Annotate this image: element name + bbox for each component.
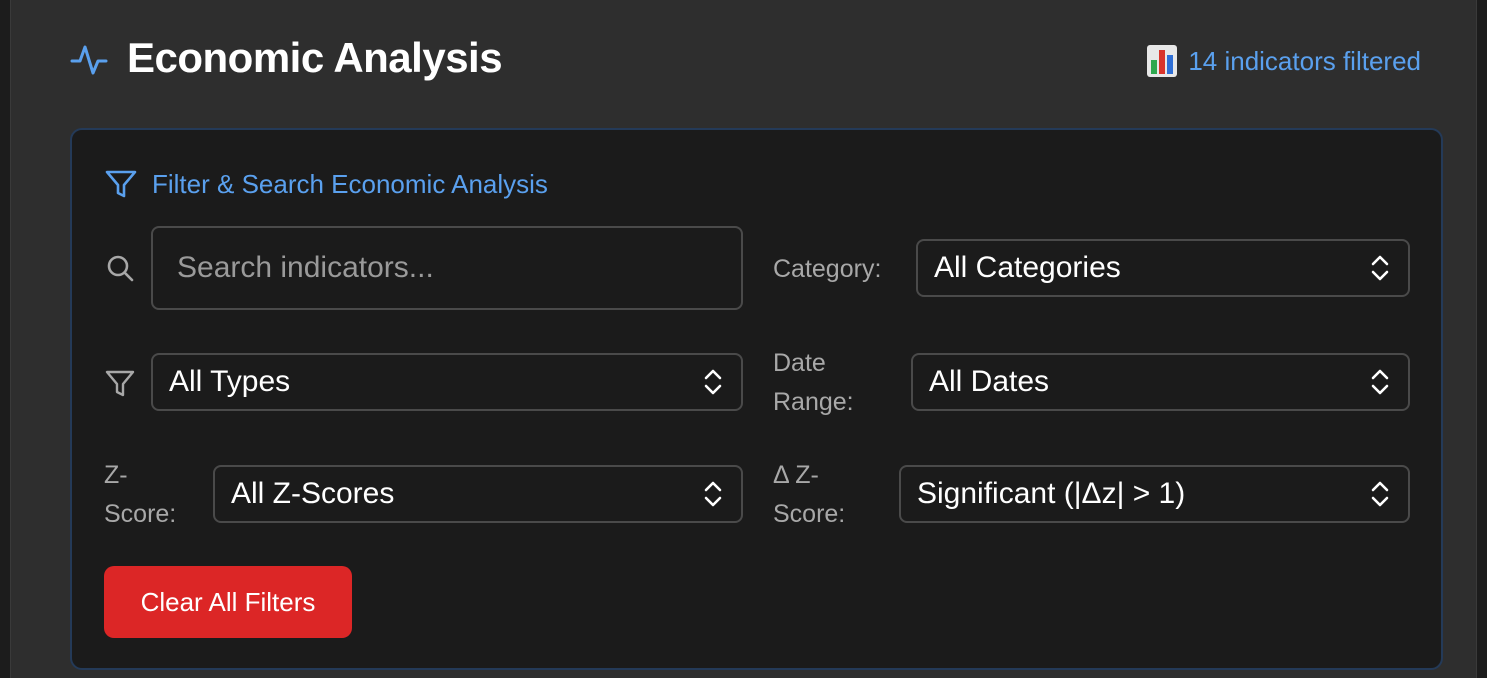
- activity-pulse-icon: [70, 45, 108, 75]
- delta-z-score-label-line1: Δ Z-: [773, 461, 819, 489]
- z-score-label-line1: Z-: [104, 461, 128, 489]
- type-select-value: All Types: [169, 365, 291, 398]
- z-score-label-line2: Score:: [104, 500, 177, 528]
- clear-all-filters-button[interactable]: Clear All Filters: [104, 566, 352, 638]
- chevron-up-down-icon: [1371, 481, 1389, 507]
- date-range-label-line2: Range:: [773, 388, 854, 416]
- indicators-count: 14 indicators filtered: [1146, 44, 1421, 78]
- filter-card-header: Filter & Search Economic Analysis: [104, 168, 548, 200]
- z-score-select[interactable]: All Z-Scores: [213, 465, 743, 523]
- chevron-up-down-icon: [704, 481, 722, 507]
- date-range-label-line1: Date: [773, 349, 826, 377]
- chevron-up-down-icon: [1371, 369, 1389, 395]
- chevron-up-down-icon: [704, 369, 722, 395]
- search-input[interactable]: [151, 226, 743, 310]
- type-select[interactable]: All Types: [151, 353, 743, 411]
- z-score-select-value: All Z-Scores: [231, 477, 395, 510]
- category-label: Category:: [773, 255, 882, 283]
- filter-card-title: Filter & Search Economic Analysis: [152, 168, 548, 199]
- delta-z-score-select[interactable]: Significant (|Δz| > 1): [899, 465, 1410, 523]
- filter-card: Filter & Search Economic Analysis Catego…: [70, 128, 1443, 670]
- date-range-select-value: All Dates: [929, 365, 1050, 398]
- filter-icon: [105, 170, 137, 198]
- type-filter-icon: [105, 370, 135, 397]
- delta-z-score-label-line2: Score:: [773, 500, 846, 528]
- category-select[interactable]: All Categories: [916, 239, 1410, 297]
- delta-z-score-select-value: Significant (|Δz| > 1): [917, 477, 1186, 510]
- search-icon: [107, 255, 134, 282]
- indicators-count-label: 14 indicators filtered: [1188, 45, 1421, 76]
- page-title: Economic Analysis: [127, 34, 503, 81]
- category-select-value: All Categories: [934, 251, 1121, 284]
- economic-analysis-panel: Economic Analysis 14 indicators filtered…: [10, 0, 1477, 678]
- page: Economic Analysis 14 indicators filtered…: [0, 0, 1487, 678]
- bar-chart-icon: [1147, 45, 1178, 77]
- date-range-select[interactable]: All Dates: [911, 353, 1410, 411]
- chevron-up-down-icon: [1371, 255, 1389, 281]
